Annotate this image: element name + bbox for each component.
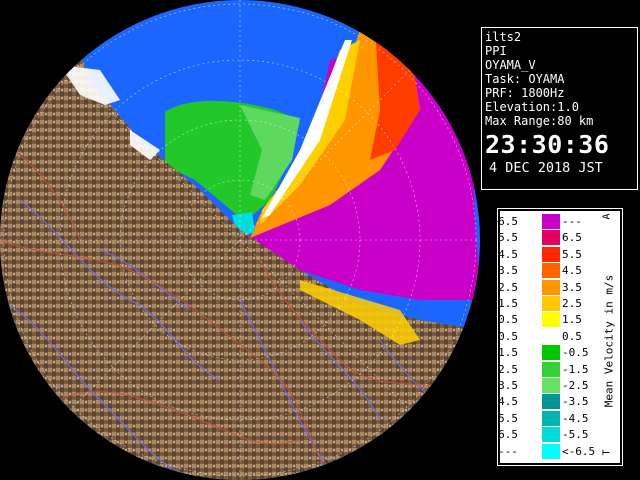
max-range-label: Max Range:80 km — [485, 114, 594, 128]
date-display: 4 DEC 2018 JST — [489, 160, 603, 176]
station-label: ilts2 — [485, 30, 522, 44]
legend-swatch — [542, 361, 560, 377]
legend-row-high: 4.5 — [562, 264, 582, 278]
legend-title-wrap: Mean Velocity in m/s — [600, 271, 618, 411]
legend-title: Mean Velocity in m/s — [602, 274, 616, 408]
legend-row-low: --- — [498, 444, 518, 458]
legend-swatch — [542, 345, 560, 361]
legend-swatch — [542, 394, 560, 410]
legend-row: 1.5 2.5 — [498, 296, 600, 311]
legend-row-low: -3.5 — [491, 379, 519, 392]
legend-row-low: -0.5 — [491, 329, 519, 343]
legend-row-low: >6.5 — [491, 215, 519, 228]
legend-row-high: 1.5 — [562, 313, 582, 327]
prf-label: PRF: 1800Hz — [485, 86, 565, 100]
legend-row-high: -4.5 — [562, 411, 589, 425]
task-label: Task: OYAMA — [485, 72, 565, 86]
legend-row-low: -4.5 — [491, 395, 519, 409]
legend-swatch — [542, 246, 560, 262]
legend-row-high: 0.5 — [562, 329, 582, 343]
legend-row-high: <-6.5 — [562, 444, 596, 458]
elevation-label: Elevation:1.0 — [485, 100, 579, 114]
legend-swatch — [542, 296, 560, 311]
legend-swatch — [542, 279, 560, 295]
legend-row-low: 2.5 — [498, 280, 518, 294]
legend-row: >6.5 --- — [492, 214, 600, 229]
legend-row-low: 5.5 — [498, 231, 518, 245]
legend-swatch — [542, 410, 560, 426]
legend-row: 5.5 6.5 — [498, 230, 600, 246]
legend-corner-top: A — [601, 213, 613, 220]
legend-row-high: -3.5 — [562, 395, 589, 409]
legend-row-high: --- — [562, 215, 582, 228]
legend-row: -2.5 -1.5 — [492, 361, 600, 377]
legend-row-high: 2.5 — [562, 297, 582, 310]
time-display: 23:30:36 — [485, 130, 610, 159]
legend-swatch — [542, 214, 560, 229]
velocity-legend: >6.5 --- 5.5 6.5 4.5 5.5 3.5 4.5 2.5 3.5 1.5 2.5 0.5… — [492, 209, 622, 465]
radar-map-svg — [0, 0, 480, 480]
legend-row: -5.5 -4.5 — [492, 410, 600, 426]
legend-row-low: 3.5 — [498, 264, 518, 278]
legend-swatch — [542, 230, 560, 246]
legend-row: -0.5 0.5 — [492, 328, 600, 344]
legend-row: 4.5 5.5 — [498, 246, 600, 262]
legend-row-high: -5.5 — [562, 428, 589, 442]
legend-corner-bottom: T — [601, 449, 613, 456]
legend-row-low: 4.5 — [498, 247, 518, 261]
legend-swatch — [542, 378, 560, 393]
legend-row-low: 0.5 — [498, 313, 518, 327]
legend-row: -4.5 -3.5 — [492, 394, 600, 410]
legend-row-low: -5.5 — [491, 411, 519, 425]
legend-row: 3.5 4.5 — [498, 263, 600, 279]
product-label: PPI — [485, 44, 507, 58]
legend-row: -3.5 -2.5 — [492, 378, 600, 393]
field-label: OYAMA_V — [485, 58, 536, 72]
legend-row: -1.5 -0.5 — [492, 345, 600, 361]
legend-swatch — [542, 312, 560, 328]
legend-row: 0.5 1.5 — [498, 312, 600, 328]
legend-row-low: 1.5 — [498, 297, 518, 310]
legend-row-high: 5.5 — [562, 247, 582, 261]
legend-row-high: 6.5 — [562, 231, 582, 245]
legend-row: -6.5 -5.5 — [492, 427, 600, 443]
legend-row: --- <-6.5 — [498, 443, 600, 459]
legend-swatch — [542, 328, 560, 344]
legend-row-low: -6.5 — [491, 428, 519, 442]
legend-row-high: 3.5 — [562, 280, 582, 294]
legend-swatch — [542, 427, 560, 443]
legend-row: 2.5 3.5 — [498, 279, 600, 295]
info-panel: ilts2 PPI OYAMA_V Task: OYAMA PRF: 1800H… — [481, 27, 638, 190]
radar-ppi-display[interactable] — [0, 0, 480, 480]
legend-swatch — [542, 443, 560, 459]
legend-row-high: -1.5 — [562, 362, 589, 376]
legend-row-low: -1.5 — [491, 346, 519, 360]
legend-row-high: -2.5 — [562, 379, 589, 392]
legend-row-high: -0.5 — [562, 346, 589, 360]
legend-row-low: -2.5 — [491, 362, 519, 376]
legend-swatch — [542, 263, 560, 279]
